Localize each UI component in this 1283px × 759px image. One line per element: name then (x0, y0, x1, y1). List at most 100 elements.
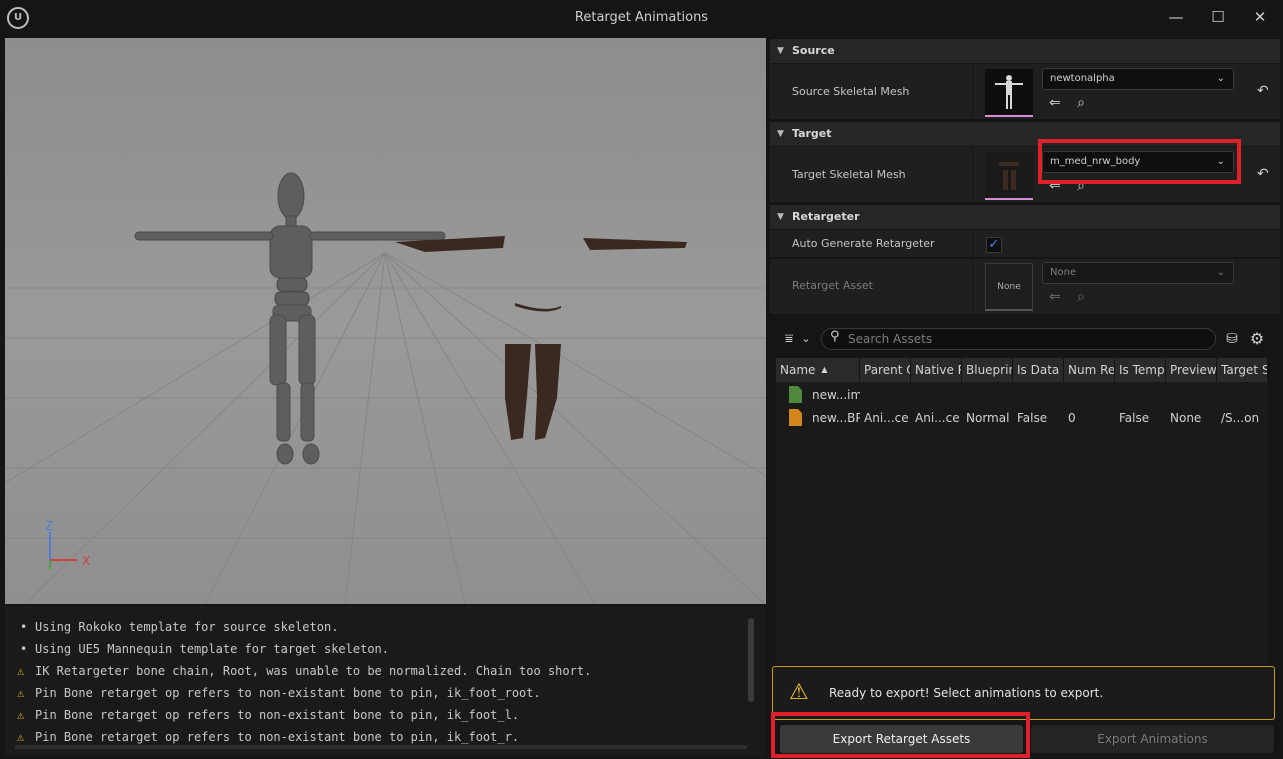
export-retarget-assets-button[interactable]: Export Retarget Assets (780, 725, 1023, 753)
filter-dropdown-chevron-icon[interactable]: ⌄ (797, 330, 815, 348)
log-info-line: • Using UE5 Mannequin template for target… (17, 640, 389, 658)
auto-generate-label: Auto Generate Retargeter (792, 237, 935, 250)
column-header-label: Preview (1170, 363, 1217, 377)
column-header-label: Is Temp (1119, 363, 1165, 377)
asset-toolbar: ⩸ ⌄ Search Assets ⚲ ⛁ ⚙ (770, 327, 1280, 353)
table-cell: False (1017, 411, 1048, 425)
target-mesh-thumbnail[interactable] (985, 152, 1033, 200)
column-header[interactable]: Native P (911, 358, 962, 382)
source-mesh-combo[interactable]: newtonalpha ⌄ (1042, 68, 1234, 90)
title-bar: U Retarget Animations — ☐ ✕ (0, 0, 1283, 36)
column-header[interactable]: Is Temp (1115, 358, 1166, 382)
table-cell (860, 384, 911, 406)
column-header-label: Is Data C (1017, 363, 1063, 377)
warning-icon: ⚠ (17, 686, 25, 700)
asset-table: Name ▲ Parent C Native P Blueprin Is Data C Nu… (776, 358, 1268, 664)
section-target-title: Target (792, 127, 832, 140)
log-text: Using UE5 Mannequin template for target … (35, 642, 390, 656)
target-skeletal-mesh-row: Target Skeletal Mesh m_med_nrw_body ⌄ ⇐ … (770, 147, 1280, 203)
column-header-label: Name (780, 363, 816, 377)
bullet-icon: • (20, 620, 28, 634)
auto-generate-row: Auto Generate Retargeter ✓ (770, 230, 1280, 258)
table-cell: False (1119, 411, 1150, 425)
column-header-label: Native P (915, 363, 962, 377)
column-header[interactable]: Preview (1166, 358, 1217, 382)
log-scrollbar[interactable] (748, 618, 754, 702)
reset-target-icon[interactable]: ↶ (1257, 166, 1269, 182)
browse-asset-icon[interactable]: ⌕ (1072, 177, 1090, 195)
use-selected-icon[interactable]: ⇐ (1046, 177, 1064, 195)
section-source[interactable]: ▼ Source (770, 39, 1280, 63)
minimize-button[interactable]: — (1161, 4, 1191, 30)
axis-x-label: X (82, 554, 90, 568)
collapse-triangle-icon: ▼ (777, 212, 784, 222)
use-selected-icon[interactable]: ⇐ (1046, 94, 1064, 112)
filter-icon[interactable]: ⩸ (780, 330, 798, 348)
viewport-scene: Z X (5, 172, 766, 604)
chevron-down-icon: ⌄ (1216, 267, 1225, 278)
details-panel: ▼ Source Source Skeletal Mesh newtonalph… (770, 38, 1280, 758)
message-log: • Using Rokoko template for source skelet… (5, 606, 766, 756)
section-retargeter-title: Retargeter (792, 210, 860, 223)
table-row[interactable]: new...im (776, 384, 1268, 406)
status-message: Ready to export! Select animations to ex… (829, 686, 1104, 700)
preview-viewport[interactable]: Z X (5, 38, 766, 604)
collapse-triangle-icon: ▼ (777, 46, 784, 56)
column-header[interactable]: Blueprin (962, 358, 1013, 382)
source-mesh-value: newtonalpha (1050, 73, 1115, 84)
chevron-down-icon: ⌄ (1216, 156, 1225, 167)
browse-asset-icon[interactable]: ⌕ (1072, 94, 1090, 112)
log-warning-line: ⚠ Pin Bone retarget op refers to non-exis… (17, 706, 519, 724)
table-cell: 0 (1068, 411, 1076, 425)
column-header[interactable]: Parent C (860, 358, 911, 382)
retarget-asset-combo: None ⌄ (1042, 262, 1234, 284)
export-animations-button[interactable]: Export Animations (1031, 725, 1274, 753)
retarget-asset-thumbnail: None (985, 263, 1033, 311)
source-mannequin (134, 172, 446, 465)
log-text: Pin Bone retarget op refers to non-exist… (35, 730, 520, 744)
warning-icon: ⚠ (789, 680, 809, 705)
column-header-label: Target S (1221, 363, 1268, 377)
source-mesh-thumbnail[interactable] (985, 69, 1033, 117)
collapse-triangle-icon: ▼ (777, 129, 784, 139)
settings-gear-icon[interactable]: ⚙ (1248, 330, 1266, 348)
log-horizontal-scrollbar[interactable] (15, 745, 747, 749)
log-info-line: • Using Rokoko template for source skelet… (17, 618, 338, 636)
table-cell: Normal (966, 411, 1010, 425)
auto-generate-checkbox[interactable]: ✓ (986, 237, 1002, 253)
table-cell: new...im (812, 388, 860, 402)
source-mesh-preview-icon (995, 75, 1023, 109)
log-warning-line: ⚠ Pin Bone retarget op refers to non-exis… (17, 728, 519, 746)
column-header[interactable]: Num Re (1064, 358, 1115, 382)
target-mesh-combo[interactable]: m_med_nrw_body ⌄ (1042, 151, 1234, 173)
retarget-asset-value: None (1050, 267, 1077, 278)
retarget-asset-label: Retarget Asset (792, 279, 873, 292)
chevron-down-icon: ⌄ (1216, 73, 1225, 84)
log-warning-line: ⚠ Pin Bone retarget op refers to non-exis… (17, 684, 541, 702)
search-icon: ⚲ (830, 329, 840, 344)
table-cell (1013, 384, 1064, 406)
table-cell (1166, 384, 1217, 406)
column-header[interactable]: Is Data C (1013, 358, 1064, 382)
column-header-label: Blueprin (966, 363, 1013, 377)
reset-source-icon[interactable]: ↶ (1257, 83, 1269, 99)
log-text: IK Retargeter bone chain, Root, was unab… (35, 664, 592, 678)
warning-icon: ⚠ (17, 664, 25, 678)
close-button[interactable]: ✕ (1245, 4, 1275, 30)
column-header[interactable]: Name ▲ (776, 358, 860, 382)
table-row[interactable]: new...BP Ani...ce Ani...ce Normal False 0 Fals… (776, 407, 1268, 429)
use-selected-icon: ⇐ (1049, 289, 1061, 305)
log-text: Pin Bone retarget op refers to non-exist… (35, 686, 541, 700)
column-header[interactable]: Target S (1217, 358, 1268, 382)
bullet-icon: • (20, 642, 28, 656)
retarget-asset-row: Retarget Asset None None ⌄ ⇐ ⌕ (770, 259, 1280, 315)
section-retargeter[interactable]: ▼ Retargeter (770, 205, 1280, 229)
search-assets-input[interactable]: Search Assets (821, 328, 1216, 350)
window-title: Retarget Animations (574, 10, 709, 25)
warning-icon: ⚠ (17, 708, 25, 722)
section-target[interactable]: ▼ Target (770, 122, 1280, 146)
status-message-box: ⚠ Ready to export! Select animations to … (772, 666, 1275, 720)
folder-icon[interactable]: ⛁ (1223, 330, 1241, 348)
column-header-label: Num Re (1068, 363, 1115, 377)
maximize-button[interactable]: ☐ (1203, 4, 1233, 30)
